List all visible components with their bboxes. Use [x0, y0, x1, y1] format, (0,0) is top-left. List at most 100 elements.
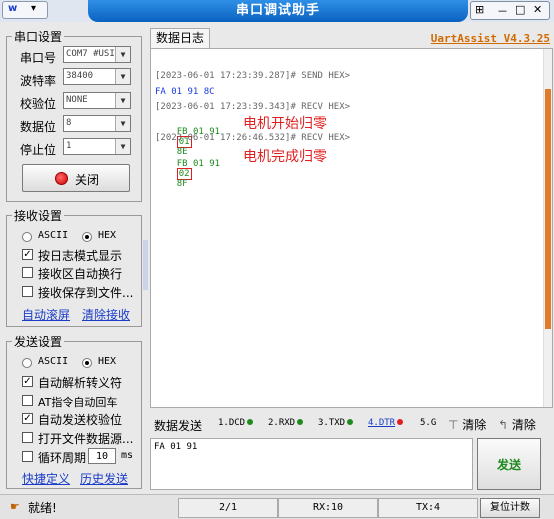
stopbits-select[interactable]: 1 ▼	[63, 138, 131, 155]
g5-indicator: 5.G	[420, 418, 436, 428]
receive-log-area[interactable]: [2023-06-01 17:23:39.287]# SEND HEX> FA …	[150, 48, 553, 408]
at-enter-checkbox[interactable]	[22, 395, 33, 406]
stopbits-label: 停止位	[20, 143, 57, 157]
g5-label: 5.G	[420, 418, 437, 428]
title-bar: w ▾ 串口调试助手 ⊞ － □ ✕	[0, 0, 554, 22]
status-dot-icon	[347, 419, 354, 425]
status-dot-icon	[397, 419, 404, 425]
save-file-checkbox[interactable]	[22, 286, 33, 297]
app-menu-button[interactable]: w ▾	[2, 1, 48, 19]
page-counter: 2/1	[178, 498, 278, 518]
cycle-input[interactable]: 10	[88, 448, 116, 464]
log-line: [2023-06-01 17:23:39.287]# SEND HEX>	[155, 71, 351, 81]
dtr-toggle[interactable]: 4.DTR	[368, 418, 404, 428]
txd-indicator: 3.TXD	[318, 418, 354, 428]
dcd-label: 1.DCD	[218, 418, 246, 428]
baud-select[interactable]: 38400 ▼	[63, 68, 131, 85]
send-ascii-label: ASCII	[38, 356, 69, 367]
pin-icon[interactable]: ⊞	[475, 3, 484, 16]
auto-wrap-checkbox[interactable]	[22, 267, 33, 278]
status-dot-icon	[297, 419, 304, 425]
parity-select[interactable]: NONE ▼	[63, 92, 131, 109]
send-settings-title: 发送设置	[12, 333, 65, 350]
log-scrollbar[interactable]	[543, 49, 552, 407]
auto-scroll-link[interactable]: 自动滚屏	[22, 306, 70, 323]
rxd-indicator: 2.RXD	[268, 418, 304, 428]
databits-select[interactable]: 8 ▼	[63, 115, 131, 132]
chevron-down-icon: ▼	[115, 93, 130, 108]
send-ascii-radio[interactable]	[22, 358, 32, 368]
save-file-label: 接收保存到文件...	[38, 286, 134, 300]
dcd-indicator: 1.DCD	[218, 418, 254, 428]
send-input-text: FA 01 91	[154, 442, 198, 452]
cycle-label: 循环周期	[38, 451, 87, 465]
ready-icon: ☛	[10, 500, 20, 513]
log-mode-label: 按日志模式显示	[38, 249, 123, 263]
open-file-label: 打开文件数据源...	[38, 432, 134, 446]
rxd-label: 2.RXD	[268, 418, 296, 428]
dtr-label: 4.DTR	[368, 418, 396, 428]
recv-hex-label: HEX	[98, 230, 117, 241]
panel-splitter[interactable]	[143, 240, 148, 290]
close-port-label: 关闭	[75, 173, 100, 187]
log-line: FA 01 91 8C	[155, 87, 215, 97]
recv-hex-radio[interactable]	[82, 232, 92, 242]
auto-wrap-label: 接收区自动换行	[38, 267, 123, 281]
auto-check-checkbox[interactable]: ✓	[22, 413, 33, 424]
send-toolbar: 数据发送 1.DCD 2.RXD 3.TXD 4.DTR 5.G ⊤ 清除 ↰ …	[150, 414, 553, 436]
undo-arrow-icon: ↰	[498, 418, 509, 432]
port-label: 串口号	[20, 51, 57, 65]
cycle-unit: ms	[121, 450, 134, 461]
databits-value: 8	[66, 118, 72, 128]
log-line: [2023-06-01 17:23:39.343]# RECV HEX>	[155, 102, 351, 112]
chevron-down-icon: ▼	[115, 116, 130, 131]
cycle-checkbox[interactable]	[22, 451, 33, 462]
minimize-button[interactable]: －	[497, 3, 508, 19]
send-hex-radio[interactable]	[82, 358, 92, 368]
reset-count-button[interactable]: 复位计数	[480, 498, 540, 518]
chevron-down-icon: ▼	[115, 139, 130, 154]
brush-icon: ⊤	[448, 418, 459, 432]
log-line-recv2: FB 01 91 02 8F	[155, 149, 220, 199]
databits-label: 数据位	[20, 120, 57, 134]
stopbits-value: 1	[66, 141, 72, 151]
log-mode-checkbox[interactable]: ✓	[22, 249, 33, 260]
clear-send-label: 清除	[462, 418, 487, 432]
chevron-down-icon: ▼	[115, 47, 130, 62]
recv-ascii-label: ASCII	[38, 230, 69, 241]
clear-all-label: 清除	[511, 418, 536, 432]
auto-check-label: 自动发送校验位	[38, 413, 123, 427]
receive-settings-title: 接收设置	[12, 207, 65, 224]
recv-ascii-radio[interactable]	[22, 232, 32, 242]
history-link[interactable]: 历史发送	[80, 470, 128, 487]
brand-link[interactable]: UartAssist V4.3.25	[420, 32, 550, 45]
port-value: COM7 #USI	[66, 49, 115, 59]
chevron-down-icon: ▼	[115, 69, 130, 84]
chevron-down-icon: ▾	[31, 3, 37, 14]
maximize-button[interactable]: □	[515, 3, 525, 16]
tab-data-log[interactable]: 数据日志	[150, 28, 210, 48]
rx-counter: RX:10	[278, 498, 378, 518]
shortcuts-link[interactable]: 快捷定义	[22, 470, 70, 487]
port-select[interactable]: COM7 #USI ▼	[63, 46, 131, 63]
send-hex-label: HEX	[98, 356, 117, 367]
clear-receive-link[interactable]: 清除接收	[82, 306, 130, 323]
at-enter-label: AT指令自动回车	[38, 396, 118, 409]
close-button[interactable]: ✕	[533, 3, 542, 16]
close-port-button[interactable]: 关闭	[22, 164, 130, 192]
clear-all-button[interactable]: ↰ 清除	[498, 416, 536, 433]
send-input[interactable]: FA 01 91	[150, 438, 473, 490]
open-file-checkbox[interactable]	[22, 432, 33, 443]
status-bar: ☛ 就绪! 2/1 RX:10 TX:4 复位计数	[0, 494, 554, 519]
tab-data-send[interactable]: 数据发送	[154, 417, 202, 434]
baud-label: 波特率	[20, 74, 57, 88]
auto-parse-checkbox[interactable]: ✓	[22, 376, 33, 387]
recv1-annotation: 电机开始归零	[243, 116, 327, 132]
clear-send-button[interactable]: ⊤ 清除	[448, 416, 486, 433]
window-controls: ⊞ － □ ✕	[470, 1, 550, 20]
send-button[interactable]: 发送	[477, 438, 541, 490]
recv2-annotation: 电机完成归零	[243, 149, 327, 165]
window-title: 串口调试助手	[88, 0, 468, 22]
app-icon: w	[8, 3, 18, 14]
scrollbar-thumb[interactable]	[545, 89, 551, 329]
